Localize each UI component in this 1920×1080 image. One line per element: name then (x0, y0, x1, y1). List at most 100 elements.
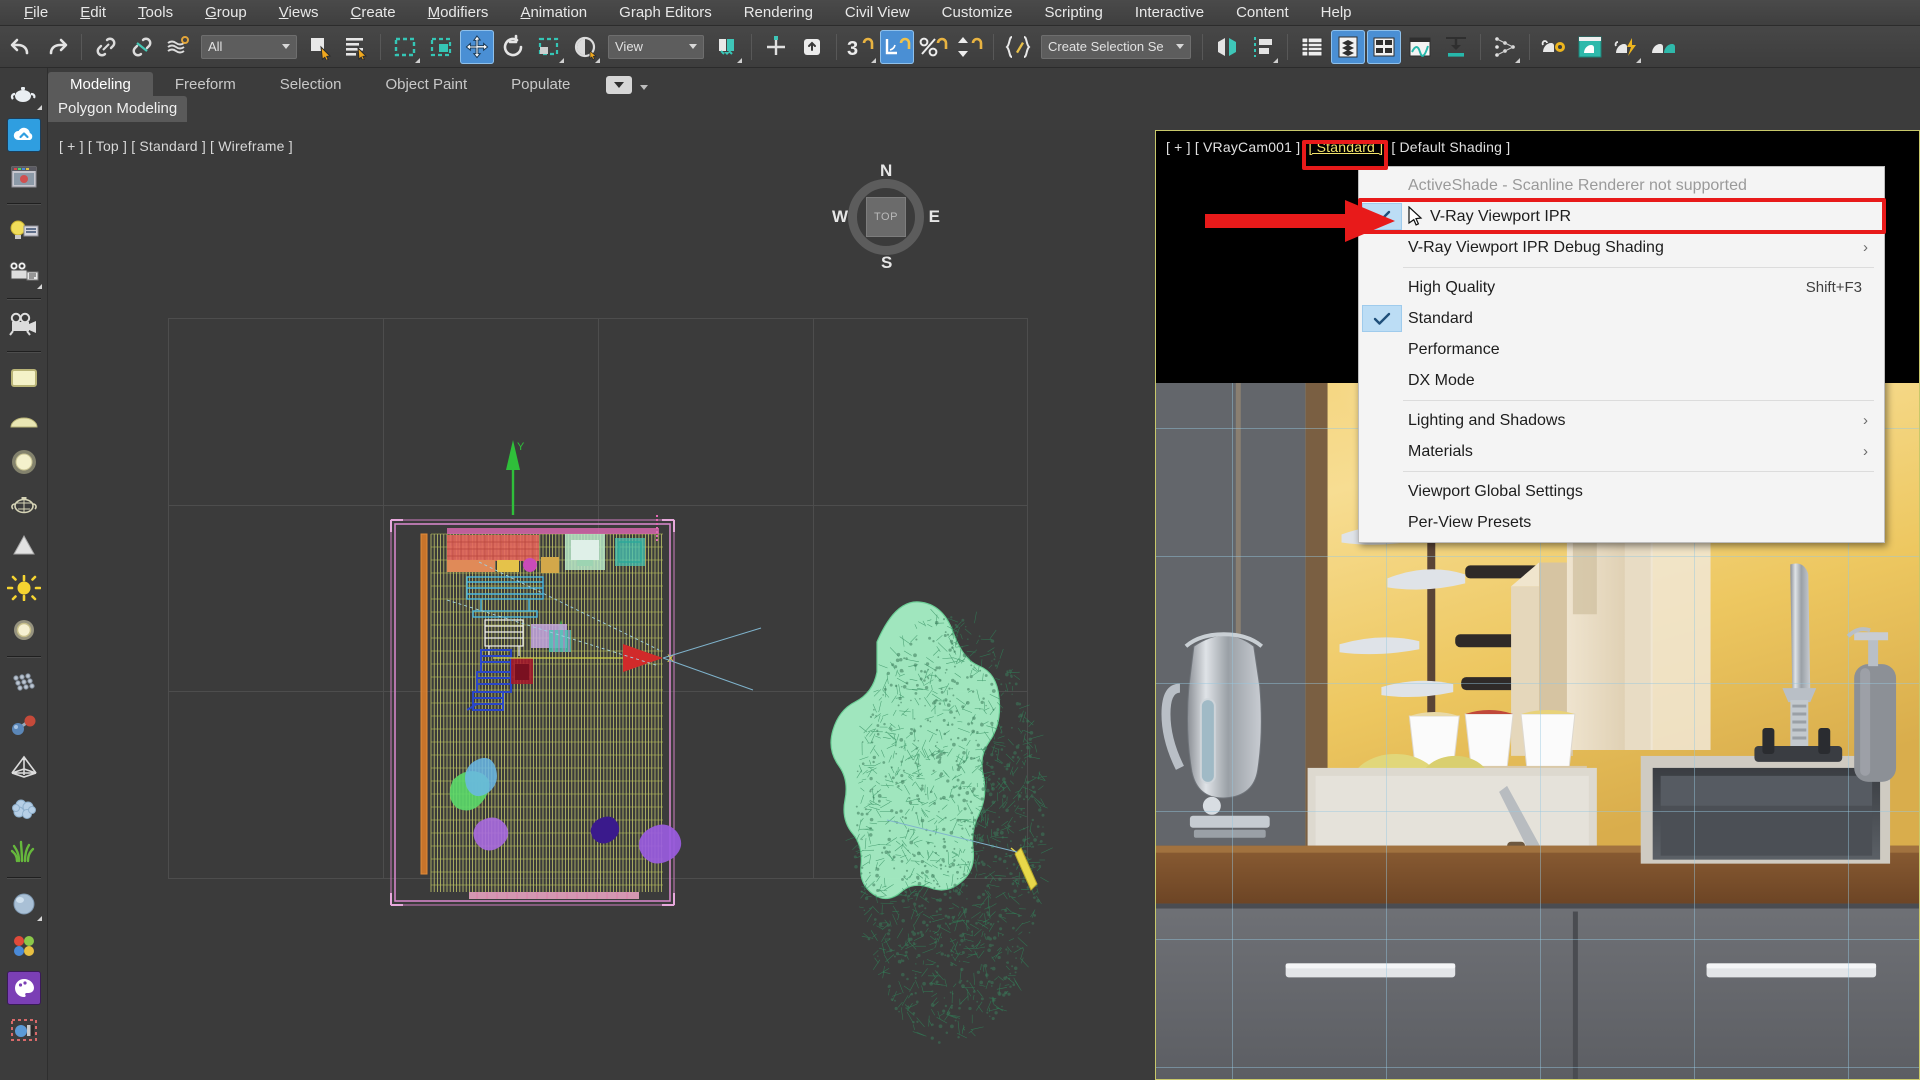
menu-item-rendering[interactable]: Rendering (728, 1, 829, 24)
move-gizmo-icon[interactable] (460, 30, 494, 64)
render-frame-icon[interactable] (3, 156, 45, 198)
menu-item-high-quality[interactable]: High Quality Shift+F3 (1359, 272, 1884, 303)
grass-icon[interactable] (3, 830, 45, 872)
spinner-snap-icon[interactable] (952, 30, 986, 64)
viewport-left-label[interactable]: [ + ] [ Top ] [ Standard ] [ Wireframe ] (59, 138, 297, 154)
render-production-icon[interactable] (1609, 30, 1643, 64)
camera-panel-icon[interactable] (3, 251, 45, 293)
grid-array-icon[interactable] (3, 662, 45, 704)
tab-modeling[interactable]: Modeling (48, 72, 153, 98)
manipulate-icon[interactable] (759, 30, 793, 64)
angle-snap-icon[interactable] (880, 30, 914, 64)
cone-icon[interactable] (3, 525, 45, 567)
dome-icon[interactable] (3, 399, 45, 441)
color-wheel-icon[interactable] (3, 925, 45, 967)
layers-table-icon[interactable] (1295, 30, 1329, 64)
sun-icon[interactable] (3, 567, 45, 609)
render-setup-icon[interactable] (1537, 30, 1571, 64)
menu-item-content[interactable]: Content (1220, 1, 1305, 24)
menu-item-performance[interactable]: Performance (1359, 334, 1884, 365)
viewcube-south-label[interactable]: S (881, 253, 892, 273)
undo-button[interactable] (4, 30, 38, 64)
menu-item-tools[interactable]: Tools (122, 1, 189, 24)
mirror-icon[interactable] (1210, 30, 1244, 64)
render-iterative-icon[interactable] (1645, 30, 1679, 64)
rendered-frame-icon[interactable] (1573, 30, 1607, 64)
braces-icon[interactable] (1001, 30, 1035, 64)
sphere-glow-icon[interactable] (3, 441, 45, 483)
region-render-icon[interactable] (3, 1009, 45, 1051)
viewcube-west-label[interactable]: W (832, 207, 848, 227)
pyramid-wire-icon[interactable] (3, 746, 45, 788)
menu-item-vray-viewport-ipr[interactable]: V-Ray Viewport IPR (1359, 201, 1884, 232)
menu-item-per-view-presets[interactable]: Per-View Presets (1359, 507, 1884, 538)
molecule-icon[interactable] (3, 704, 45, 746)
keyboard-shortcut-override-icon[interactable] (795, 30, 829, 64)
viewcube[interactable]: TOP N S E W (834, 165, 938, 269)
menu-item-lighting-and-shadows[interactable]: Lighting and Shadows › (1359, 405, 1884, 436)
ribbon-subtab-polygon-modeling[interactable]: Polygon Modeling (48, 96, 187, 122)
menu-item-customize[interactable]: Customize (926, 1, 1029, 24)
menu-item-civil-view[interactable]: Civil View (829, 1, 926, 24)
space-warp-icon[interactable] (161, 30, 195, 64)
tab-populate[interactable]: Populate (489, 72, 592, 98)
menu-item-standard[interactable]: Standard (1359, 303, 1884, 334)
chevron-down-icon[interactable] (640, 85, 648, 90)
menu-item-interactive[interactable]: Interactive (1119, 1, 1220, 24)
reference-coordinate-system-combo[interactable]: View (608, 35, 704, 59)
viewcube-face[interactable]: TOP (866, 197, 906, 237)
marquee-icon[interactable] (388, 30, 422, 64)
viewport-top-wireframe[interactable]: Y (49, 130, 1153, 1080)
viewport-shading-standard-label[interactable]: [ Standard ] (1308, 139, 1383, 155)
percent-snap-icon[interactable] (916, 30, 950, 64)
movie-camera-icon[interactable] (3, 304, 45, 346)
cluster-icon[interactable] (3, 788, 45, 830)
link-icon[interactable] (89, 30, 123, 64)
menu-item-create[interactable]: Create (335, 1, 412, 24)
redo-button[interactable] (40, 30, 74, 64)
unlink-icon[interactable] (125, 30, 159, 64)
cloud-icon[interactable] (3, 114, 45, 156)
window-crossing-icon[interactable] (424, 30, 458, 64)
menu-item-viewport-global-settings[interactable]: Viewport Global Settings (1359, 476, 1884, 507)
align-icon[interactable] (1246, 30, 1280, 64)
selection-filter-combo[interactable]: All (201, 35, 297, 59)
schematic-view-icon[interactable] (1439, 30, 1473, 64)
scale-icon[interactable] (532, 30, 566, 64)
menu-item-animation[interactable]: Animation (504, 1, 603, 24)
ribbon-flyout-button[interactable] (606, 76, 632, 94)
manage-layers-icon[interactable] (1367, 30, 1401, 64)
menu-item-materials[interactable]: Materials › (1359, 436, 1884, 467)
viewport-right-label[interactable]: [ + ] [ VRayCam001 ] [ Standard ] [ Defa… (1166, 139, 1514, 155)
viewcube-north-label[interactable]: N (880, 161, 892, 181)
plane-icon[interactable] (3, 357, 45, 399)
menu-item-help[interactable]: Help (1305, 1, 1368, 24)
select-by-name-button[interactable] (339, 30, 373, 64)
menu-item-scripting[interactable]: Scripting (1029, 1, 1119, 24)
menu-item-dx-mode[interactable]: DX Mode (1359, 365, 1884, 396)
viewcube-east-label[interactable]: E (929, 207, 940, 227)
menu-item-edit[interactable]: Edit (64, 1, 122, 24)
ies-light-icon[interactable] (3, 609, 45, 651)
teapot-icon[interactable] (3, 72, 45, 114)
menu-item-file[interactable]: File (8, 1, 64, 24)
curve-editor-icon[interactable] (1403, 30, 1437, 64)
light-bulb-icon[interactable] (3, 209, 45, 251)
menu-item-graph-editors[interactable]: Graph Editors (603, 1, 728, 24)
select-object-button[interactable] (303, 30, 337, 64)
material-sphere-icon[interactable] (3, 883, 45, 925)
scene-explorer-icon[interactable] (1331, 30, 1365, 64)
teapot-wire-icon[interactable] (3, 483, 45, 525)
viewport-shading-context-menu[interactable]: ActiveShade - Scanline Renderer not supp… (1358, 166, 1885, 543)
particle-view-icon[interactable] (1488, 30, 1522, 64)
place-icon[interactable] (568, 30, 602, 64)
menu-item-group[interactable]: Group (189, 1, 263, 24)
tab-object-paint[interactable]: Object Paint (363, 72, 489, 98)
tab-freeform[interactable]: Freeform (153, 72, 258, 98)
menu-item-views[interactable]: Views (263, 1, 335, 24)
named-selection-set-combo[interactable]: Create Selection Se (1041, 35, 1191, 59)
pivot-point-center-icon[interactable] (710, 30, 744, 64)
palette-icon[interactable] (3, 967, 45, 1009)
rotate-icon[interactable] (496, 30, 530, 64)
menu-item-vray-viewport-ipr-debug-shading[interactable]: V-Ray Viewport IPR Debug Shading › (1359, 232, 1884, 263)
